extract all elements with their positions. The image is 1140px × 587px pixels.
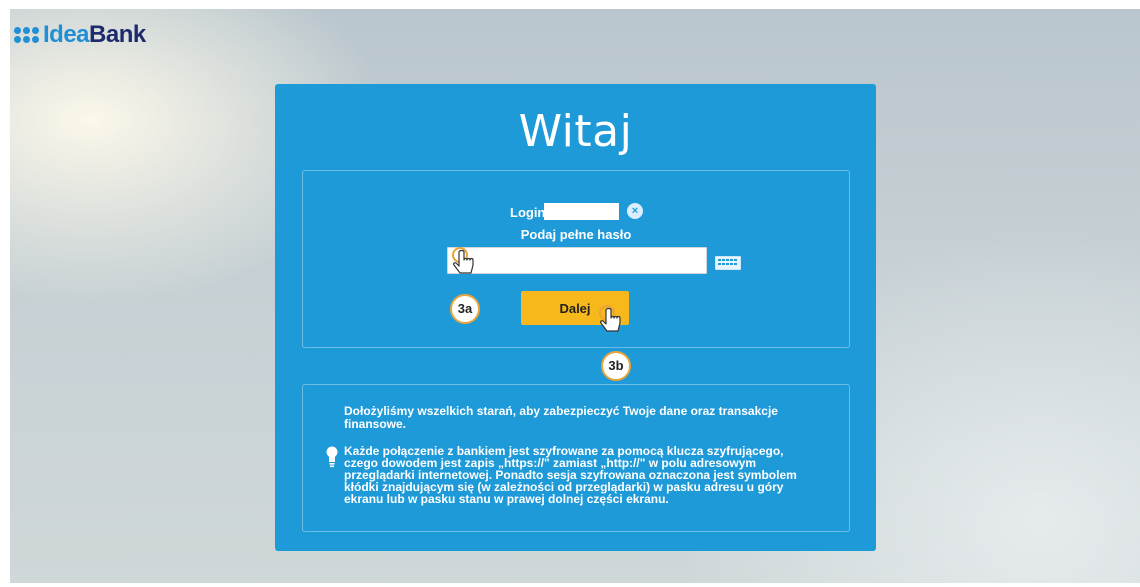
login-panel: Witaj Login: × Podaj pełne hasło Dalej D…	[275, 84, 876, 551]
security-info-box: Dołożyliśmy wszelkich starań, aby zabezp…	[302, 384, 850, 532]
security-info-heading: Dołożyliśmy wszelkich starań, aby zabezp…	[344, 404, 778, 431]
clear-icon[interactable]: ×	[627, 203, 643, 219]
login-row: Login: ×	[303, 203, 849, 221]
password-input[interactable]	[447, 247, 707, 274]
logo-text-bank: Bank	[89, 21, 146, 48]
frame-left	[0, 0, 10, 587]
ideabank-logo[interactable]: IdeaBank	[14, 20, 146, 50]
logo-text: IdeaBank	[43, 21, 146, 49]
frame-top	[0, 0, 1140, 9]
security-info-text: Każde połączenie z bankiem jest szyfrowa…	[344, 444, 797, 506]
hand-pointer-icon	[599, 305, 621, 332]
page-title: Witaj	[518, 106, 633, 157]
logo-text-idea: Idea	[43, 21, 90, 48]
login-form: Login: × Podaj pełne hasło Dalej	[302, 170, 850, 348]
login-field[interactable]	[544, 203, 619, 220]
step-marker-3a: 3a	[450, 294, 480, 324]
hand-pointer-icon	[452, 247, 474, 274]
lightbulb-icon	[326, 446, 338, 468]
password-label: Podaj pełne hasło	[520, 227, 632, 242]
logo-dots-icon	[14, 27, 39, 43]
virtual-keyboard-icon[interactable]	[715, 256, 741, 270]
step-marker-3b: 3b	[601, 351, 631, 381]
frame-bottom	[0, 583, 1140, 587]
